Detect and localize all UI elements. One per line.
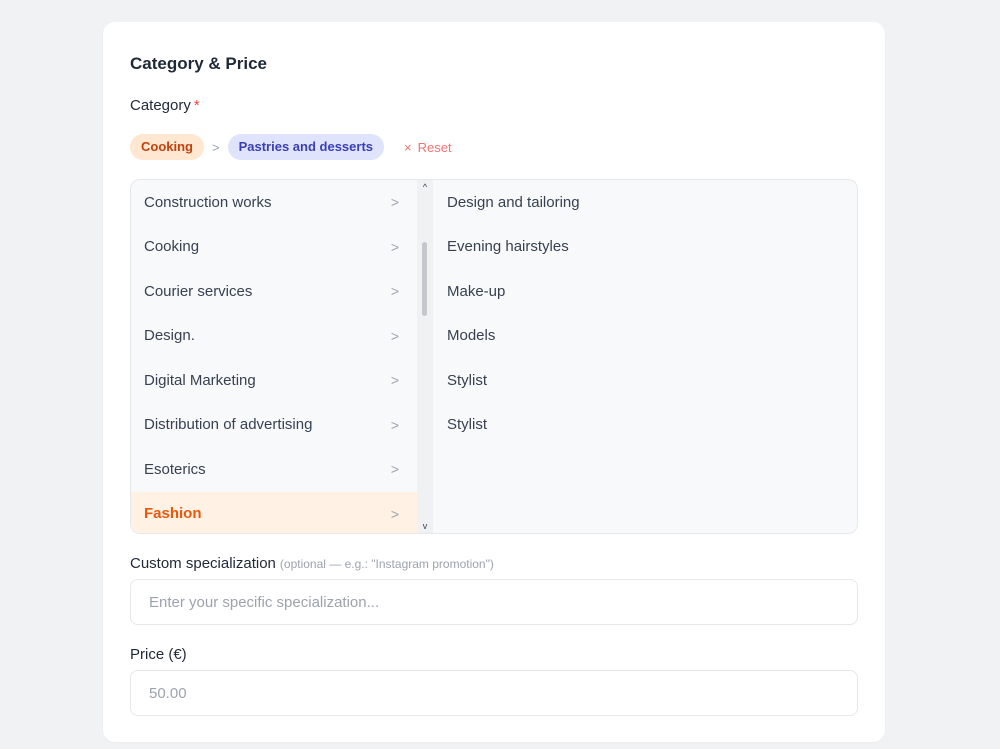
- scroll-thumb[interactable]: [422, 242, 427, 316]
- category-item[interactable]: Design. >: [131, 314, 417, 359]
- subcategory-item[interactable]: Design and tailoring: [433, 180, 857, 225]
- category-item[interactable]: Digital Marketing >: [131, 358, 417, 403]
- custom-label-text: Custom specialization: [130, 555, 276, 572]
- subcategory-item[interactable]: Stylist: [433, 403, 857, 448]
- section-title: Category & Price: [130, 54, 267, 73]
- category-item[interactable]: Esoterics >: [131, 447, 417, 492]
- subcategory-list: Design and tailoring Evening hairstyles Ma…: [433, 180, 857, 533]
- subcategory-item[interactable]: Models: [433, 314, 857, 359]
- subcategory-item[interactable]: Make-up: [433, 269, 857, 314]
- custom-specialization-input[interactable]: [130, 579, 858, 625]
- category-item[interactable]: Courier services >: [131, 269, 417, 314]
- breadcrumb-chip-primary[interactable]: Cooking: [130, 134, 204, 160]
- category-item[interactable]: Construction works >: [131, 180, 417, 225]
- category-item[interactable]: Distribution of advertising >: [131, 403, 417, 448]
- price-input[interactable]: [130, 670, 858, 716]
- category-item-label: Design.: [144, 327, 195, 345]
- category-item-label: Digital Marketing: [144, 371, 256, 389]
- category-item-label: Cooking: [144, 238, 200, 256]
- category-list: Construction works > Cooking > Courier servi…: [131, 180, 417, 533]
- category-scrollbar[interactable]: ^ v: [417, 180, 433, 533]
- category-label: Category *: [130, 97, 200, 114]
- chevron-right-icon: >: [390, 372, 399, 389]
- category-item-label: Construction works: [144, 193, 272, 211]
- subcategory-item[interactable]: Evening hairstyles: [433, 225, 857, 270]
- category-breadcrumb: Cooking > Pastries and desserts × Reset: [130, 134, 452, 160]
- reset-label: Reset: [417, 139, 452, 155]
- custom-label-hint: (optional — e.g.: "Instagram promotion"): [279, 557, 494, 571]
- category-item[interactable]: Fashion >: [131, 491, 417, 533]
- chevron-right-icon: >: [390, 461, 399, 478]
- category-item-label: Distribution of advertising: [144, 416, 313, 434]
- category-price-card: Category & Price Category * Cooking > Pas…: [103, 22, 885, 742]
- reset-button[interactable]: × Reset: [404, 140, 452, 155]
- category-item-label: Courier services: [144, 282, 253, 300]
- chevron-right-icon: >: [390, 505, 399, 522]
- category-item-label: Esoterics: [144, 460, 206, 478]
- category-picker: Construction works > Cooking > Courier servi…: [130, 179, 858, 534]
- close-icon: ×: [404, 139, 412, 155]
- category-item[interactable]: Cooking >: [131, 225, 417, 270]
- chevron-right-icon: >: [390, 327, 399, 344]
- chevron-right-icon: >: [390, 238, 399, 255]
- category-item-label: Fashion: [144, 505, 202, 523]
- chevron-right-icon: >: [390, 194, 399, 211]
- subcategory-item[interactable]: Stylist: [433, 358, 857, 403]
- chevron-right-icon: >: [390, 283, 399, 300]
- category-label-text: Category: [130, 97, 191, 114]
- scroll-down-icon[interactable]: v: [417, 521, 433, 531]
- scroll-up-icon[interactable]: ^: [417, 182, 433, 192]
- price-label: Price (€): [130, 646, 187, 663]
- breadcrumb-separator-icon: >: [212, 139, 220, 155]
- custom-specialization-label: Custom specialization (optional — e.g.: "…: [130, 555, 494, 572]
- breadcrumb-chip-secondary[interactable]: Pastries and desserts: [227, 134, 384, 160]
- required-mark: *: [193, 97, 200, 114]
- chevron-right-icon: >: [390, 416, 399, 433]
